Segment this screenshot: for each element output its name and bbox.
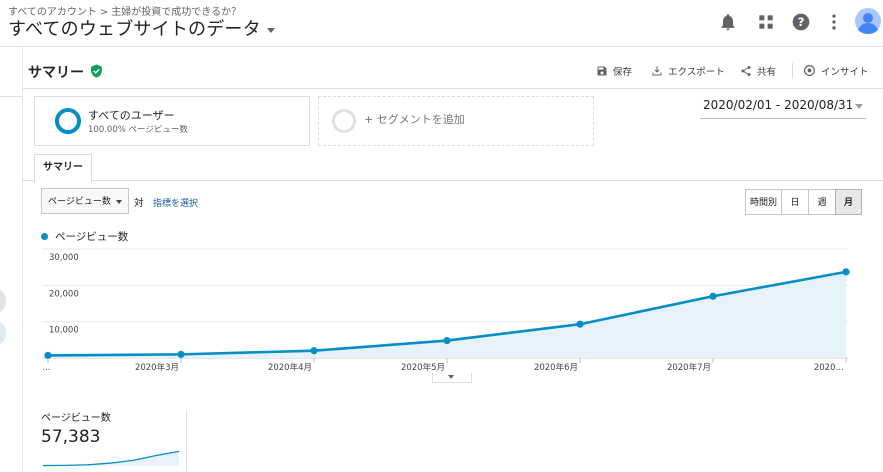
- svg-text:?: ?: [798, 15, 805, 29]
- add-segment-button[interactable]: + セグメントを追加: [318, 96, 594, 146]
- view-title[interactable]: すべてのウェブサイトのデータ: [8, 19, 261, 40]
- help-icon[interactable]: ?: [791, 12, 811, 32]
- x-tick-label: 2020年4月: [268, 362, 312, 372]
- scorecard-divider: [186, 410, 187, 472]
- download-icon: [652, 66, 662, 76]
- x-tick-label: 2020年6月: [534, 362, 578, 372]
- pageviews-chart: 30,000 20,000 10,000 … 2020年3月 2020年4月 2020年5…: [42, 248, 850, 372]
- left-nav-divider: [0, 96, 22, 97]
- legend-label: ページビュー数: [55, 231, 129, 243]
- empty-segment-ring-icon: [332, 109, 356, 133]
- header-divider: [22, 88, 883, 89]
- bell-icon[interactable]: [718, 12, 738, 32]
- chart-x-ticks: … 2020年3月 2020年4月 2020年5月 2020年6月 2020年7月 2020…: [42, 358, 847, 372]
- export-button[interactable]: エクスポート: [651, 64, 725, 78]
- view-selector[interactable]: すべてのウェブサイトのデータ: [8, 15, 275, 41]
- sparkline-area: [43, 451, 179, 466]
- share-button[interactable]: 共有: [740, 64, 776, 78]
- account-avatar-icon[interactable]: [855, 8, 881, 34]
- top-bar: すべてのアカウント > 主婦が投資で成功できるか？ すべてのウェブサイトのデータ ?: [0, 0, 883, 47]
- chart-collapse-toggle[interactable]: [432, 373, 472, 383]
- metric-select-value: ページビュー数: [48, 197, 111, 207]
- data-point: [709, 292, 717, 300]
- granularity-day-button[interactable]: 日: [781, 189, 809, 215]
- scorecard-label: ページビュー数: [41, 413, 111, 424]
- data-point: [310, 347, 318, 355]
- actions-divider: [792, 63, 793, 79]
- caret-down-icon: [266, 27, 275, 33]
- add-segment-label: + セグメントを追加: [364, 113, 465, 126]
- report-title: サマリー: [28, 65, 84, 81]
- x-tick-label: 2020…: [814, 363, 844, 372]
- series-area: [48, 271, 846, 358]
- more-vert-icon[interactable]: [824, 12, 844, 32]
- export-label: エクスポート: [668, 67, 725, 78]
- granularity-hourly-button[interactable]: 時間別: [745, 189, 782, 215]
- insights-label: インサイト: [821, 67, 869, 78]
- tab-summary[interactable]: サマリー: [34, 154, 92, 183]
- date-range-picker[interactable]: 2020/02/01 - 2020/08/31: [703, 98, 853, 112]
- x-tick-label: 2020年7月: [667, 362, 711, 372]
- insights-button[interactable]: インサイト: [803, 64, 869, 78]
- scorecard-value: 57,383: [41, 427, 101, 447]
- chart-y-ticks: 30,000 20,000 10,000: [49, 253, 79, 336]
- caret-down-icon: [116, 200, 122, 204]
- x-tick-label: 2020年5月: [401, 362, 445, 372]
- granularity-month-button[interactable]: 月: [835, 189, 862, 215]
- segment-share: 100.00% ページビュー数: [88, 125, 188, 135]
- apps-grid-icon[interactable]: [756, 12, 776, 32]
- chevron-down-icon[interactable]: [855, 104, 863, 109]
- date-range-underline: [700, 118, 866, 119]
- caret-down-icon: [448, 375, 454, 379]
- data-point: [44, 351, 52, 360]
- select-metric-link[interactable]: 指標を選択: [153, 196, 198, 209]
- save-label: 保存: [613, 67, 633, 78]
- data-point: [576, 320, 584, 328]
- y-tick-label: 20,000: [49, 289, 79, 299]
- save-icon: [597, 66, 607, 76]
- y-tick-label: 10,000: [49, 326, 79, 336]
- data-point: [177, 350, 185, 358]
- x-tick-label: …: [42, 363, 51, 372]
- share-icon: [741, 66, 751, 76]
- segment-ring-icon: [55, 108, 81, 134]
- y-tick-label: 30,000: [49, 253, 79, 263]
- left-nav-strip: [0, 47, 23, 472]
- data-point: [842, 268, 850, 276]
- data-point: [443, 336, 451, 345]
- shield-check-icon: [91, 64, 102, 78]
- legend-swatch: [41, 233, 48, 240]
- segment-all-users[interactable]: すべてのユーザー 100.00% ページビュー数: [34, 96, 310, 146]
- insights-icon: [804, 65, 815, 76]
- save-button[interactable]: 保存: [596, 64, 632, 78]
- metric-select[interactable]: ページビュー数: [41, 188, 129, 214]
- share-label: 共有: [757, 67, 777, 78]
- segment-name: すべてのユーザー: [88, 109, 175, 122]
- x-tick-label: 2020年3月: [135, 362, 179, 372]
- scorecard-sparkline: [42, 450, 180, 467]
- tab-divider: [22, 180, 883, 181]
- versus-label: 対: [134, 198, 144, 209]
- granularity-week-button[interactable]: 週: [808, 189, 836, 215]
